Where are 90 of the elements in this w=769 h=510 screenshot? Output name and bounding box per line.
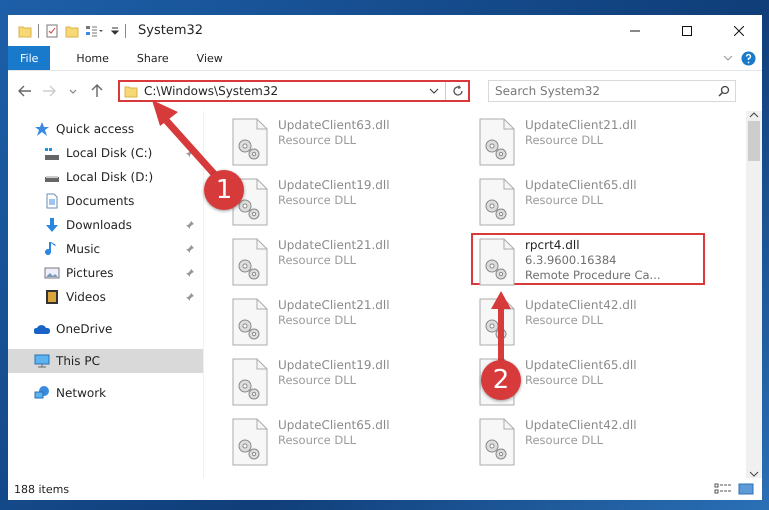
file-detail: Resource DLL <box>278 253 358 267</box>
gear-file-icon <box>477 238 517 286</box>
search-field[interactable]: Search System32 <box>488 80 736 102</box>
address-bar[interactable]: C:\Windows\System32 <box>118 80 470 102</box>
file-detail: Resource DLL <box>278 313 358 327</box>
gear-file-icon <box>477 118 517 166</box>
file-name: UpdateClient42.dll <box>525 298 637 312</box>
film-icon <box>44 289 60 305</box>
file-name: UpdateClient65.dll <box>525 178 637 192</box>
drive-icon <box>44 146 60 160</box>
sidebar-item[interactable]: Music <box>8 237 203 261</box>
properties-icon[interactable] <box>45 24 59 38</box>
sidebar-item[interactable]: Downloads <box>8 213 203 237</box>
minimize-icon[interactable] <box>630 30 640 32</box>
gear-file-icon <box>477 418 517 466</box>
file-detail: Resource DLL <box>278 433 358 447</box>
drive-icon <box>44 176 60 182</box>
gear-file-icon <box>230 118 270 166</box>
pictures-icon <box>44 265 60 281</box>
file-menu-button[interactable]: File <box>8 46 50 70</box>
folder-icon <box>18 24 32 38</box>
chevron-down-icon[interactable] <box>69 88 77 94</box>
sidebar-item[interactable]: Pictures <box>8 261 203 285</box>
sidebar-item[interactable]: Local Disk (C:) <box>8 141 203 165</box>
view-options-icon[interactable] <box>85 24 105 38</box>
item-count: 188 items <box>14 482 70 496</box>
file-detail: Resource DLL <box>525 433 604 447</box>
file-name: UpdateClient65.dll <box>525 358 637 372</box>
document-icon <box>44 193 60 209</box>
network-icon <box>34 385 50 401</box>
file-detail: Resource DLL <box>525 313 604 327</box>
pin-icon[interactable] <box>185 244 195 254</box>
file-name: UpdateClient42.dll <box>525 418 637 432</box>
sidebar-item[interactable]: Quick access <box>8 117 203 141</box>
gear-file-icon <box>230 358 270 406</box>
details-view-icon[interactable] <box>714 483 732 495</box>
sidebar-item[interactable]: This PC <box>8 349 203 373</box>
annotation-arrow <box>490 291 512 363</box>
sidebar-item[interactable]: Videos <box>8 285 203 309</box>
file-name: UpdateClient19.dll <box>278 358 390 372</box>
search-icon[interactable] <box>718 85 730 97</box>
download-icon <box>44 217 60 233</box>
large-icons-view-icon[interactable] <box>738 483 754 495</box>
star-icon <box>34 121 50 137</box>
file-detail: Remote Procedure Ca... <box>525 268 661 282</box>
help-icon[interactable] <box>741 50 756 66</box>
folder-icon <box>124 84 138 98</box>
sidebar-item[interactable]: Documents <box>8 189 203 213</box>
up-arrow-icon[interactable] <box>91 84 103 98</box>
file-name: UpdateClient21.dll <box>525 118 637 132</box>
file-name: UpdateClient63.dll <box>278 118 390 132</box>
file-detail: Resource DLL <box>278 373 358 387</box>
close-icon[interactable] <box>734 26 744 36</box>
dropdown-icon[interactable] <box>429 87 439 95</box>
gear-file-icon <box>230 298 270 346</box>
gear-file-icon <box>230 238 270 286</box>
file-detail: Resource DLL <box>525 373 604 387</box>
file-detail: 6.3.9600.16384 <box>525 253 618 267</box>
scrollbar-thumb[interactable] <box>748 121 760 161</box>
maximize-icon[interactable] <box>682 26 692 36</box>
pin-icon[interactable] <box>185 292 195 302</box>
file-name: UpdateClient65.dll <box>278 418 390 432</box>
file-detail: Resource DLL <box>278 133 358 147</box>
gear-file-icon <box>230 418 270 466</box>
file-name: UpdateClient21.dll <box>278 238 390 252</box>
file-name: UpdateClient21.dll <box>278 298 390 312</box>
gear-file-icon <box>477 178 517 226</box>
pin-icon[interactable] <box>185 268 195 278</box>
file-name: rpcrt4.dll <box>525 238 581 252</box>
refresh-icon[interactable] <box>452 85 464 97</box>
scroll-up-icon[interactable] <box>749 111 759 119</box>
pin-icon[interactable] <box>185 220 195 230</box>
sidebar-item[interactable]: OneDrive <box>8 317 203 341</box>
scrollbar[interactable] <box>746 111 762 478</box>
file-name: UpdateClient19.dll <box>278 178 390 192</box>
back-arrow-icon[interactable] <box>18 85 32 97</box>
scroll-down-icon[interactable] <box>749 470 759 478</box>
dropdown-icon[interactable] <box>111 26 119 36</box>
new-folder-icon <box>65 24 79 38</box>
monitor-icon <box>34 353 50 369</box>
expand-ribbon-icon[interactable] <box>723 54 733 62</box>
ribbon-tab[interactable]: Home <box>62 46 123 70</box>
ribbon-tab[interactable]: Share <box>122 46 183 70</box>
file-detail: Resource DLL <box>525 193 604 207</box>
sidebar-item[interactable]: Network <box>8 381 203 405</box>
file-detail: Resource DLL <box>525 133 604 147</box>
sidebar-item[interactable]: Local Disk (D:) <box>8 165 203 189</box>
file-detail: Resource DLL <box>278 193 358 207</box>
window-title: System32 <box>138 23 204 38</box>
ribbon-tab[interactable]: View <box>182 46 237 70</box>
